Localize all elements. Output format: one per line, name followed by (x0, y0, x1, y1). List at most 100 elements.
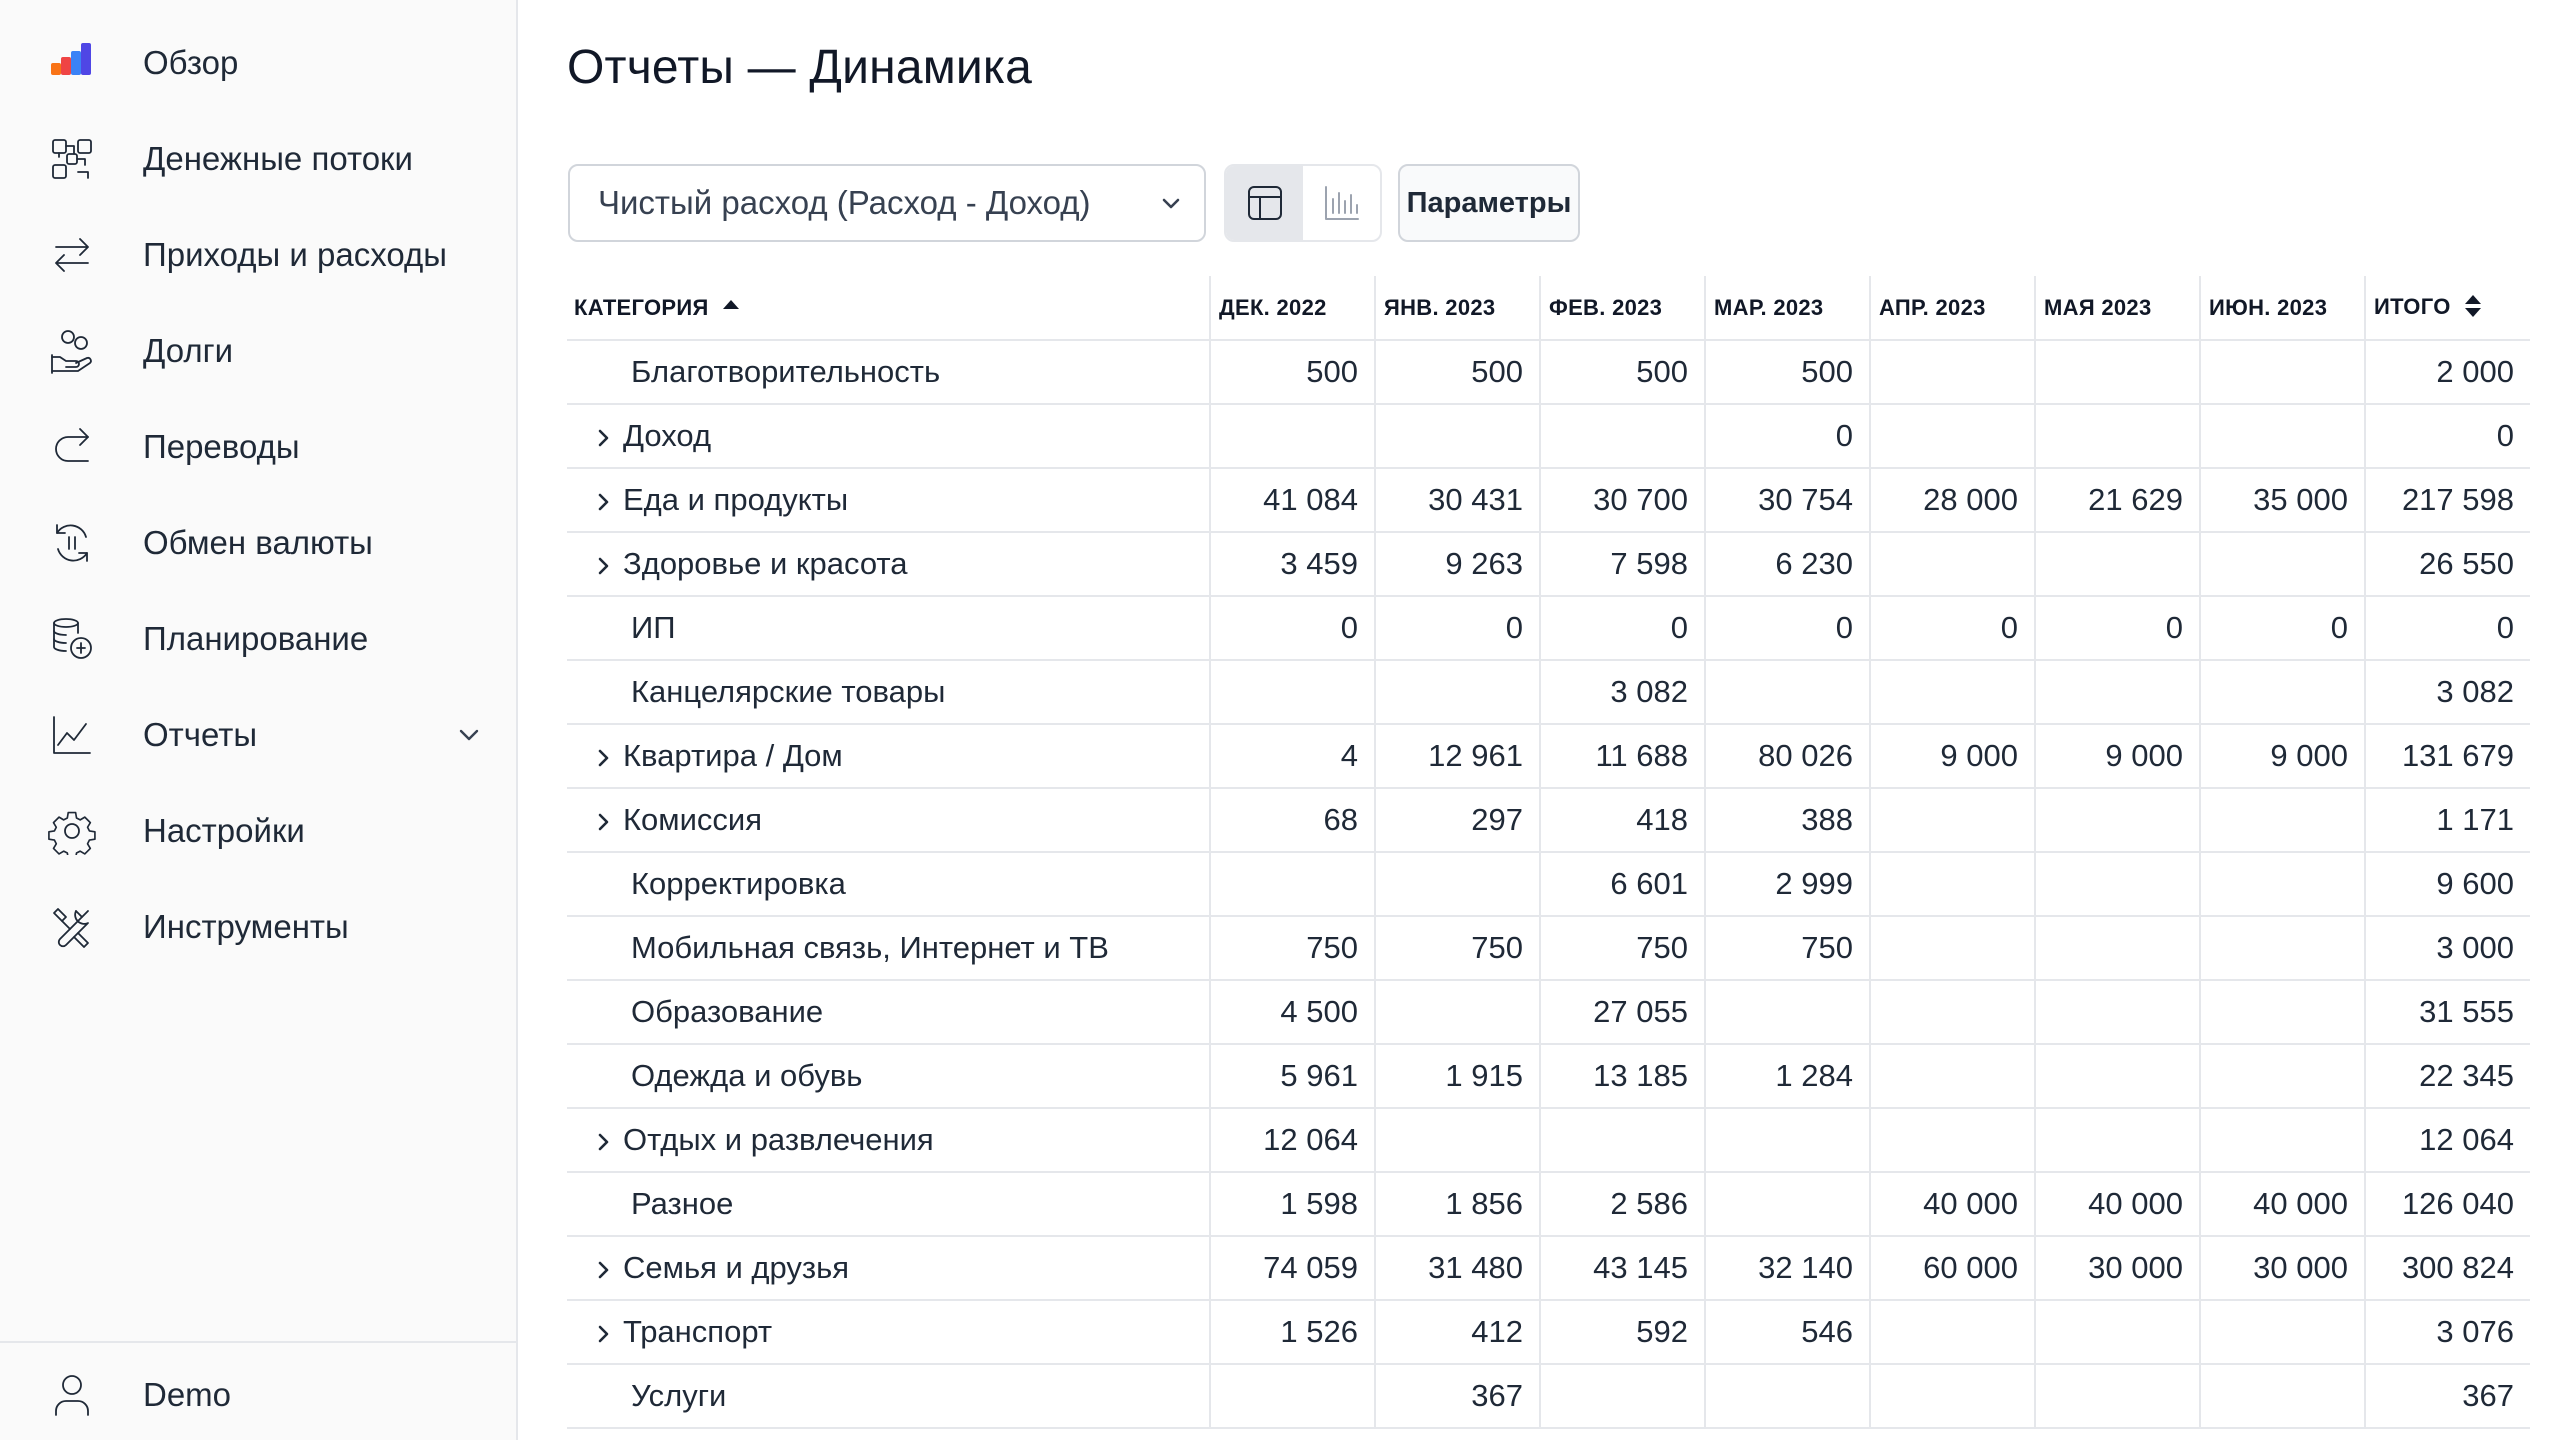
sidebar-item-cashflow[interactable]: Денежные потоки (0, 119, 516, 199)
table-row[interactable]: Благотворительность 500 500 500 500 2 000 (567, 340, 2530, 405)
table-row[interactable]: Услуги 367 367 (567, 1364, 2530, 1429)
table-row[interactable]: Семья и друзья 74 059 31 480 43 145 32 140 60… (567, 1236, 2530, 1301)
table-row[interactable]: Комиссия 68 297 418 388 1 171 (567, 788, 2530, 853)
parameters-button[interactable]: Параметры (1398, 164, 1580, 242)
chevron-right-icon[interactable] (590, 551, 616, 577)
category-cell: Образование (567, 980, 1210, 1045)
sidebar-item-label: Денежные потоки (143, 140, 413, 177)
column-header-month[interactable]: ДЕК. 2022 (1209, 276, 1375, 341)
month-value-cell (1209, 1364, 1375, 1429)
sidebar-item-transfers[interactable]: Переводы (0, 407, 516, 487)
table-row[interactable]: Разное 1 598 1 856 2 586 40 000 40 000 40 000 1… (567, 1172, 2530, 1237)
category-cell: Канцелярские товары (567, 660, 1210, 725)
sidebar-item-debts[interactable]: Долги (0, 311, 516, 391)
bar-chart-icon (1320, 181, 1364, 225)
column-header-total[interactable]: ИТОГО (2364, 276, 2530, 341)
column-header-month[interactable]: АПР. 2023 (1869, 276, 2035, 341)
report-type-select[interactable]: Чистый расход (Расход - Доход) (568, 164, 1206, 242)
chevron-right-icon[interactable] (590, 1319, 616, 1345)
chevron-down-icon (1156, 188, 1186, 218)
total-value-cell: 2 000 (2364, 340, 2530, 405)
table-row[interactable]: Образование 4 500 27 055 31 555 (567, 980, 2530, 1045)
column-header-category[interactable]: КАТЕГОРИЯ (567, 276, 1210, 341)
month-value-cell: 30 700 (1539, 468, 1705, 533)
month-value-cell: 0 (1704, 596, 1870, 661)
month-value-cell (1869, 980, 2035, 1045)
table-row[interactable]: Квартира / Дом 4 12 961 11 688 80 026 9 000 9 … (567, 724, 2530, 789)
sidebar-item-settings[interactable]: Настройки (0, 791, 516, 871)
chevron-right-icon[interactable] (590, 807, 616, 833)
month-value-cell: 40 000 (1869, 1172, 2035, 1237)
chevron-right-icon[interactable] (590, 1255, 616, 1281)
sidebar-item-label: Приходы и расходы (143, 236, 447, 273)
month-value-cell: 2 586 (1539, 1172, 1705, 1237)
user-profile-item[interactable]: Demo (0, 1372, 516, 1418)
month-value-cell (1869, 532, 2035, 597)
chevron-down-icon[interactable] (452, 718, 486, 752)
month-value-cell: 500 (1704, 340, 1870, 405)
column-header-month[interactable]: ФЕВ. 2023 (1539, 276, 1705, 341)
column-header-month[interactable]: ЯНВ. 2023 (1374, 276, 1540, 341)
month-value-cell: 30 000 (2034, 1236, 2200, 1301)
sidebar-item-planning[interactable]: Планирование (0, 599, 516, 679)
table-row[interactable]: Здоровье и красота 3 459 9 263 7 598 6 230 26… (567, 532, 2530, 597)
month-value-cell (1539, 1108, 1705, 1173)
month-value-cell (2034, 1364, 2200, 1429)
debt-hand-coins-icon (46, 325, 98, 377)
month-value-cell: 9 263 (1374, 532, 1540, 597)
sidebar-item-label: Отчеты (143, 716, 258, 753)
month-value-cell: 0 (1869, 596, 2035, 661)
table-row[interactable]: Корректировка 6 601 2 999 9 600 (567, 852, 2530, 917)
category-cell: Еда и продукты (567, 468, 1210, 533)
chevron-right-icon[interactable] (590, 743, 616, 769)
chevron-right-icon[interactable] (590, 1127, 616, 1153)
month-value-cell (2034, 980, 2200, 1045)
overview-bars-icon (46, 37, 98, 89)
category-cell: Благотворительность (567, 340, 1210, 405)
column-header-month[interactable]: ИЮН. 2023 (2199, 276, 2365, 341)
category-cell: Здоровье и красота (567, 532, 1210, 597)
sidebar-item-income-expenses[interactable]: Приходы и расходы (0, 215, 516, 295)
sidebar-item-reports[interactable]: Отчеты (0, 695, 516, 775)
month-value-cell: 9 000 (2034, 724, 2200, 789)
table-row[interactable]: Транспорт 1 526 412 592 546 3 076 (567, 1300, 2530, 1365)
table-row[interactable]: Канцелярские товары 3 082 3 082 (567, 660, 2530, 725)
category-cell: Одежда и обувь (567, 1044, 1210, 1109)
month-value-cell (2199, 916, 2365, 981)
category-label: Квартира / Дом (623, 738, 843, 773)
sidebar-item-currency-exchange[interactable]: Обмен валюты (0, 503, 516, 583)
table-row[interactable]: Доход 0 0 (567, 404, 2530, 469)
month-value-cell: 0 (1539, 596, 1705, 661)
month-value-cell: 11 688 (1539, 724, 1705, 789)
sidebar-item-tools[interactable]: Инструменты (0, 887, 516, 967)
category-label: Услуги (631, 1378, 727, 1413)
month-value-cell: 750 (1704, 916, 1870, 981)
chart-view-button[interactable] (1303, 166, 1380, 240)
month-value-cell: 1 526 (1209, 1300, 1375, 1365)
sidebar-item-label: Планирование (143, 620, 369, 657)
chart-line-icon (46, 709, 98, 761)
chevron-right-icon[interactable] (590, 487, 616, 513)
month-value-cell: 1 284 (1704, 1044, 1870, 1109)
tools-icon (46, 901, 98, 953)
table-row[interactable]: ИП 0 0 0 0 0 0 0 0 (567, 596, 2530, 661)
category-cell: ИП (567, 596, 1210, 661)
month-value-cell (1869, 404, 2035, 469)
month-value-cell: 500 (1374, 340, 1540, 405)
month-value-cell: 80 026 (1704, 724, 1870, 789)
category-label: ИП (631, 610, 676, 645)
table-view-button[interactable] (1226, 166, 1303, 240)
table-row[interactable]: Мобильная связь, Интернет и ТВ 750 750 750 7… (567, 916, 2530, 981)
month-value-cell (1539, 404, 1705, 469)
sidebar-item-overview[interactable]: Обзор (0, 23, 516, 103)
column-header-label: КАТЕГОРИЯ (574, 294, 709, 320)
table-row[interactable]: Одежда и обувь 5 961 1 915 13 185 1 284 22 34… (567, 1044, 2530, 1109)
month-value-cell: 1 598 (1209, 1172, 1375, 1237)
chevron-right-icon[interactable] (590, 423, 616, 449)
column-header-month[interactable]: МАЯ 2023 (2034, 276, 2200, 341)
table-row[interactable]: Еда и продукты 41 084 30 431 30 700 30 754 28… (567, 468, 2530, 533)
category-label: Доход (623, 418, 712, 453)
table-row[interactable]: Отдых и развлечения 12 064 12 064 (567, 1108, 2530, 1173)
month-value-cell (1869, 1044, 2035, 1109)
column-header-month[interactable]: МАР. 2023 (1704, 276, 1870, 341)
